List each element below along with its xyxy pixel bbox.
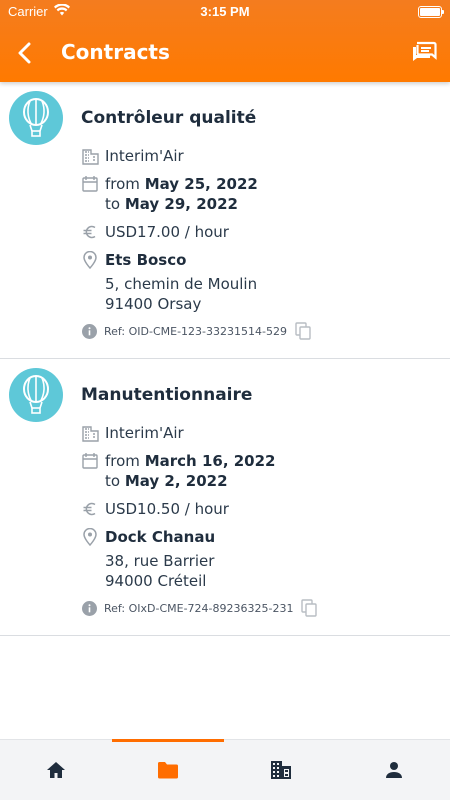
status-bar: Carrier 3:15 PM — [0, 0, 450, 24]
home-icon — [47, 762, 65, 778]
contract-card[interactable]: Manutentionnaire Interim'Air from March … — [0, 359, 450, 636]
ref-row: Ref: OIxD-CME-724-89236325-231 — [81, 599, 318, 617]
battery-icon — [418, 6, 444, 18]
company-name: Dock Chanau — [105, 528, 216, 546]
address-line2: 91400 Orsay — [105, 295, 202, 313]
location-details: Dock Chanau 38, rue Barrier 94000 Crétei… — [105, 527, 215, 591]
copy-icon[interactable] — [301, 599, 318, 617]
ref-row: Ref: OID-CME-123-33231514-529 — [81, 322, 311, 340]
address-line2: 94000 Créteil — [105, 572, 207, 590]
location-details: Ets Bosco 5, chemin de Moulin 91400 Orsa… — [105, 250, 257, 314]
hourly-rate: USD17.00 / hour — [105, 223, 229, 241]
app-header: Carrier 3:15 PM Contracts — [0, 0, 450, 82]
to-date: May 29, 2022 — [124, 195, 238, 213]
to-date: May 2, 2022 — [124, 472, 228, 490]
company-name: Ets Bosco — [105, 251, 187, 269]
chat-icon — [413, 41, 437, 61]
contracts-list: Contrôleur qualité Interim'Air from May … — [0, 82, 450, 636]
date-row: from May 25, 2022 to May 29, 2022 — [81, 174, 258, 214]
calendar-icon — [81, 175, 99, 193]
agency-row: Interim'Air — [81, 423, 184, 443]
location-pin-icon — [81, 528, 99, 546]
info-icon — [81, 324, 97, 340]
chevron-left-icon — [18, 42, 31, 64]
agency-name: Interim'Air — [105, 147, 184, 165]
agency-name: Interim'Air — [105, 424, 184, 442]
address-line1: 5, chemin de Moulin — [105, 275, 258, 293]
rate-row: USD10.50 / hour — [81, 499, 229, 519]
euro-icon — [81, 223, 99, 241]
reference-text: Ref: OIxD-CME-724-89236325-231 — [104, 601, 294, 615]
tab-profile[interactable] — [338, 740, 450, 800]
info-icon — [81, 601, 97, 617]
agency-row: Interim'Air — [81, 146, 184, 166]
nav-bar: Contracts — [0, 28, 450, 78]
rate-row: USD17.00 / hour — [81, 222, 229, 242]
balloon-avatar-icon — [9, 368, 63, 422]
from-date: May 25, 2022 — [144, 175, 258, 193]
building-icon — [81, 424, 99, 442]
date-range: from March 16, 2022 to May 2, 2022 — [105, 451, 275, 491]
building-icon — [81, 147, 99, 165]
to-label: to — [105, 195, 121, 213]
location-row: Dock Chanau 38, rue Barrier 94000 Crétei… — [81, 527, 215, 591]
building-icon — [271, 761, 291, 779]
back-button[interactable] — [10, 36, 40, 70]
from-date: March 16, 2022 — [144, 452, 276, 470]
date-row: from March 16, 2022 to May 2, 2022 — [81, 451, 275, 491]
person-icon — [386, 762, 402, 778]
calendar-icon — [81, 452, 99, 470]
from-label: from — [105, 452, 140, 470]
from-label: from — [105, 175, 140, 193]
location-row: Ets Bosco 5, chemin de Moulin 91400 Orsa… — [81, 250, 257, 314]
copy-icon[interactable] — [295, 322, 311, 340]
balloon-avatar-icon — [9, 91, 63, 145]
tab-companies[interactable] — [225, 740, 337, 800]
tab-bar — [0, 739, 450, 800]
reference-text: Ref: OID-CME-123-33231514-529 — [104, 324, 287, 338]
hourly-rate: USD10.50 / hour — [105, 500, 229, 518]
address-line1: 38, rue Barrier — [105, 552, 215, 570]
tab-home[interactable] — [0, 740, 112, 800]
status-time: 3:15 PM — [200, 4, 250, 19]
folder-icon — [158, 762, 178, 779]
chat-button[interactable] — [410, 38, 438, 66]
contract-title: Contrôleur qualité — [81, 108, 257, 128]
location-pin-icon — [81, 251, 99, 269]
to-label: to — [105, 472, 121, 490]
page-title: Contracts — [61, 40, 170, 64]
contract-card[interactable]: Contrôleur qualité Interim'Air from May … — [0, 82, 450, 359]
date-range: from May 25, 2022 to May 29, 2022 — [105, 174, 258, 214]
contract-title: Manutentionnaire — [81, 385, 253, 405]
tab-contracts[interactable] — [112, 739, 224, 800]
euro-icon — [81, 500, 99, 518]
